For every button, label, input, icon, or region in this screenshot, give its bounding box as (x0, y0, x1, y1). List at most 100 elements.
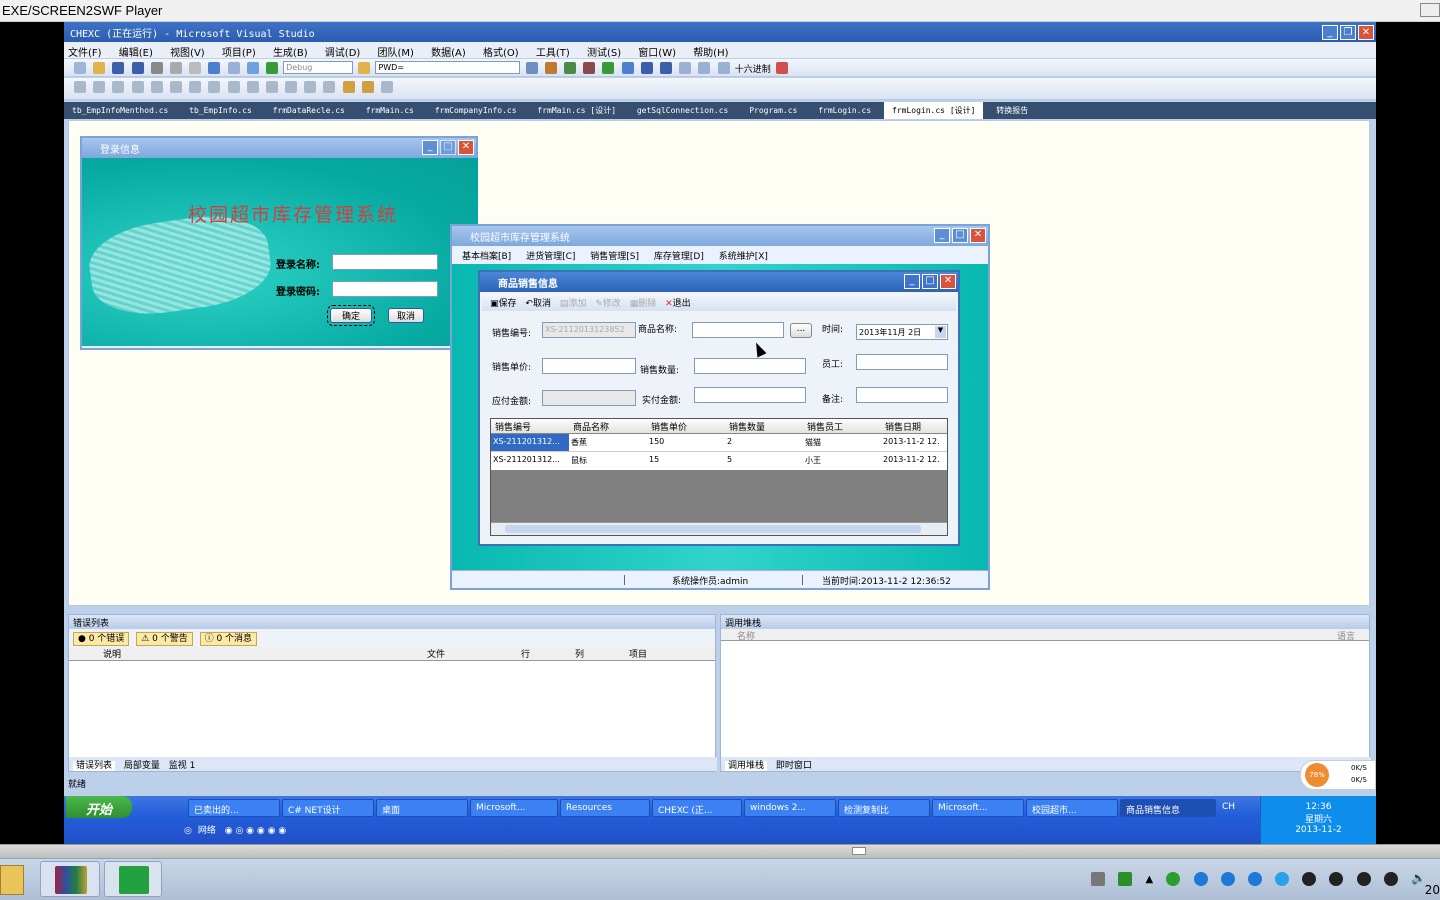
warnings-filter-button[interactable]: ⚠ 0 个警告 (136, 632, 193, 646)
quicklaunch-icons[interactable]: ◉ ◎ ◉ ◉ ◉ ◉ (225, 826, 286, 836)
tab-program[interactable]: Program.cs (741, 103, 805, 120)
center-h-icon[interactable] (304, 81, 317, 93)
messages-filter-button[interactable]: ⓘ 0 个消息 (199, 632, 258, 646)
send-back-icon[interactable] (361, 81, 374, 93)
align-bottom-icon[interactable] (169, 81, 182, 93)
sales-exit-button[interactable]: ✕退出 (665, 299, 691, 309)
qq-icon[interactable] (1329, 872, 1344, 886)
note-input[interactable] (856, 387, 948, 403)
sales-edit-button[interactable]: ✎修改 (595, 299, 621, 309)
align-top-icon[interactable] (131, 81, 144, 93)
task-11[interactable]: 商品销售信息 (1120, 799, 1216, 817)
task-1[interactable]: 已卖出的... (188, 799, 280, 817)
main-maximize-button[interactable]: □ (952, 228, 968, 243)
grid-cell[interactable]: 小王 (805, 455, 821, 466)
task-2[interactable]: C# NET设计 (282, 799, 374, 817)
grid-col-employee[interactable]: 销售员工 (807, 420, 843, 433)
grid-icon[interactable] (246, 81, 259, 93)
chevron-down-icon[interactable]: ▼ (935, 326, 946, 338)
menu-format[interactable]: 格式(O) (483, 48, 519, 59)
grid-cell[interactable]: 2013-11-2 12. (883, 455, 940, 464)
menu-help[interactable]: 帮助(H) (693, 48, 728, 59)
sales-close-button[interactable]: ✕ (940, 274, 956, 289)
paste-icon[interactable] (189, 62, 202, 74)
start-debug-icon[interactable] (265, 62, 278, 74)
scrollbar-thumb[interactable] (505, 525, 921, 533)
sales-minimize-button[interactable]: _ (904, 274, 920, 289)
menu-window[interactable]: 窗口(W) (638, 48, 676, 59)
menu-edit[interactable]: 编辑(E) (119, 48, 153, 59)
col-line[interactable]: 行 (521, 647, 530, 660)
app-icon-2[interactable] (1220, 872, 1235, 886)
hspacing-icon[interactable] (265, 81, 278, 93)
menu-inventory[interactable]: 库存管理[D] (654, 252, 704, 262)
task-4[interactable]: Microsoft... (470, 799, 558, 817)
menu-data[interactable]: 数据(A) (431, 48, 466, 59)
config-combo[interactable]: Debug (283, 61, 354, 74)
continue-icon[interactable] (602, 62, 615, 74)
unit-price-input[interactable] (542, 358, 636, 374)
task-6[interactable]: CHEXC (正... (652, 799, 742, 817)
tab-frmlogin[interactable]: frmLogin.cs (810, 103, 879, 120)
col-project[interactable]: 项目 (629, 647, 647, 660)
open-icon[interactable] (93, 62, 106, 74)
explorer-icon[interactable] (0, 865, 24, 895)
task-3[interactable]: 桌面 (376, 799, 468, 817)
vs-close-button[interactable]: ✕ (1358, 25, 1374, 40)
tab-order-icon[interactable] (381, 81, 393, 93)
grid-cell[interactable]: 鼠标 (571, 455, 587, 466)
center-v-icon[interactable] (323, 81, 336, 93)
find-icon[interactable] (358, 62, 371, 74)
keyboard-icon[interactable] (1091, 872, 1106, 886)
task-5[interactable]: Resources (560, 799, 650, 817)
player-task-button[interactable] (104, 861, 162, 897)
player-minimize-button[interactable] (1420, 3, 1440, 17)
tab-frmmain[interactable]: frmMain.cs (358, 103, 422, 120)
copy-icon[interactable] (169, 62, 182, 74)
tab-conversion-report[interactable]: 转换报告 (988, 102, 1036, 119)
toolbox-icon[interactable] (544, 62, 557, 74)
qq-icon[interactable] (1383, 872, 1398, 886)
grid-cell[interactable]: 猫猫 (805, 437, 821, 448)
sales-add-button[interactable]: ▤添加 (560, 299, 587, 309)
grid-col-sale-no[interactable]: 销售编号 (495, 420, 531, 433)
grid-horizontal-scrollbar[interactable] (491, 522, 947, 535)
menu-project[interactable]: 项目(P) (222, 48, 256, 59)
chevron-up-icon[interactable]: ▲ (1145, 874, 1153, 885)
new-project-icon[interactable] (74, 62, 86, 74)
net-speed-widget[interactable]: 78% 0K/S 0K/S (1300, 760, 1376, 790)
vspacing-icon[interactable] (285, 81, 298, 93)
task-9[interactable]: Microsoft... (932, 799, 1024, 817)
tab-frmlogin-design[interactable]: frmLogin.cs [设计] (884, 102, 984, 119)
col-language[interactable]: 语言 (1337, 629, 1355, 642)
bring-front-icon[interactable] (342, 81, 355, 93)
tab-error-list[interactable]: 错误列表 (73, 761, 116, 771)
align-center-icon[interactable] (93, 81, 106, 93)
grid-cell[interactable]: 150 (649, 437, 664, 446)
cut-icon[interactable] (150, 62, 163, 74)
tab-frmmain-design[interactable]: frmMain.cs [设计] (529, 102, 624, 119)
login-ok-button[interactable]: 确定 (327, 305, 375, 326)
step-into-icon[interactable] (679, 62, 692, 74)
tab-watch[interactable]: 监视 1 (169, 761, 196, 771)
tab-locals[interactable]: 局部变量 (124, 761, 160, 771)
undo-icon[interactable] (208, 62, 221, 74)
menu-basic-files[interactable]: 基本档案[B] (462, 252, 511, 262)
menu-sales[interactable]: 销售管理[S] (590, 252, 639, 262)
login-close-button[interactable]: ✕ (458, 140, 474, 155)
tab-frmdatarecle[interactable]: frmDataRecle.cs (265, 103, 353, 120)
date-picker[interactable]: 2013年11月 2日 ▼ (856, 324, 948, 340)
grid-col-product[interactable]: 商品名称 (573, 420, 609, 433)
product-browse-button[interactable]: ... (790, 323, 812, 338)
grid-cell[interactable]: 2013-11-2 12. (883, 437, 940, 446)
sales-maximize-button[interactable]: □ (922, 274, 938, 289)
sales-cancel-button[interactable]: ↶取消 (525, 299, 551, 309)
same-height-icon[interactable] (208, 81, 221, 93)
menu-debug[interactable]: 调试(D) (325, 48, 361, 59)
tab-immediate[interactable]: 即时窗口 (776, 761, 812, 771)
same-size-icon[interactable] (227, 81, 240, 93)
table-row[interactable]: XS-211201312... 鼠标 15 5 小王 2013-11-2 12. (491, 452, 947, 470)
same-width-icon[interactable] (189, 81, 202, 93)
grid-cell[interactable]: 2 (727, 437, 732, 446)
breakpoints-icon[interactable] (775, 62, 788, 74)
